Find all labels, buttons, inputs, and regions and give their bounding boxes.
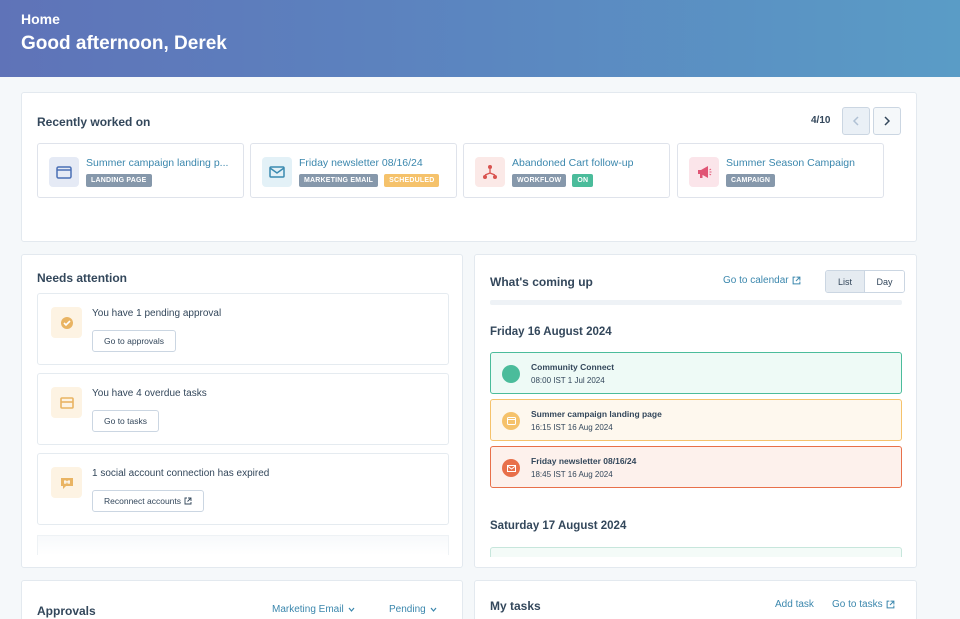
attention-text: You have 1 pending approval <box>92 308 222 319</box>
type-badge: WORKFLOW <box>512 174 567 187</box>
type-badge: CAMPAIGN <box>726 174 776 187</box>
event-item[interactable]: Summer campaign landing page 16:15 IST 1… <box>490 399 902 441</box>
tasks-title: My tasks <box>490 599 541 613</box>
recent-item-workflow[interactable]: Abandoned Cart follow-up WORKFLOW ON <box>463 143 670 198</box>
dropdown-label: Marketing Email <box>272 604 344 615</box>
chevron-left-icon <box>852 116 859 126</box>
chevron-down-icon <box>430 607 437 612</box>
needs-attention-card: Needs attention You have 1 pending appro… <box>21 254 463 568</box>
link-label: Go to tasks <box>832 599 883 610</box>
my-tasks-card: My tasks Add task Go to tasks <box>474 580 917 619</box>
chevron-down-icon <box>348 607 355 612</box>
add-task-link[interactable]: Add task <box>775 599 814 610</box>
attention-item-approvals: You have 1 pending approval Go to approv… <box>37 293 449 365</box>
type-badge: MARKETING EMAIL <box>299 174 379 187</box>
attention-title: Needs attention <box>37 271 128 285</box>
day-heading: Friday 16 August 2024 <box>490 326 612 338</box>
check-badge-icon <box>51 307 82 338</box>
megaphone-icon <box>689 157 719 187</box>
next-button[interactable] <box>873 107 901 135</box>
approvals-card: Approvals Marketing Email Pending <box>21 580 463 619</box>
external-link-icon <box>184 497 192 505</box>
event-title: Community Connect <box>531 362 615 372</box>
attention-text: You have 4 overdue tasks <box>92 388 207 399</box>
go-to-tasks-button[interactable]: Go to tasks <box>92 410 159 432</box>
event-item[interactable] <box>490 547 902 557</box>
recent-item-title[interactable]: Abandoned Cart follow-up <box>512 157 662 169</box>
pager-count: 4/10 <box>811 115 831 126</box>
workflow-icon <box>475 157 505 187</box>
type-filter-dropdown[interactable]: Marketing Email <box>272 604 355 615</box>
event-item[interactable]: Friday newsletter 08/16/24 18:45 IST 16 … <box>490 446 902 488</box>
recent-item-landing-page[interactable]: Summer campaign landing p... LANDING PAG… <box>37 143 244 198</box>
approvals-title: Approvals <box>37 604 96 618</box>
page-header: Home Good afternoon, Derek <box>0 0 960 77</box>
status-badge: ON <box>572 174 594 187</box>
type-badge: LANDING PAGE <box>86 174 152 187</box>
whats-coming-up-card: What's coming up Go to calendar List Day… <box>474 254 917 568</box>
event-title: Friday newsletter 08/16/24 <box>531 456 637 466</box>
button-label: Go to tasks <box>104 416 147 426</box>
dropdown-label: Pending <box>389 604 426 615</box>
chevron-right-icon <box>884 116 891 126</box>
event-title: Summer campaign landing page <box>531 409 662 419</box>
external-link-icon <box>886 600 894 609</box>
event-item[interactable]: Community Connect 08:00 IST 1 Jul 2024 <box>490 352 902 394</box>
email-icon <box>502 459 520 477</box>
breadcrumb[interactable]: Home <box>21 11 60 27</box>
social-icon <box>51 467 82 498</box>
view-toggle: List Day <box>825 270 905 293</box>
day-view-button[interactable]: Day <box>865 271 904 292</box>
external-link-icon <box>792 276 800 285</box>
recent-item-newsletter[interactable]: Friday newsletter 08/16/24 MARKETING EMA… <box>250 143 457 198</box>
reconnect-accounts-button[interactable]: Reconnect accounts <box>92 490 205 512</box>
status-badge: SCHEDULED <box>384 174 440 187</box>
coming-title: What's coming up <box>490 275 593 289</box>
landing-page-icon <box>502 412 520 430</box>
divider <box>490 300 902 305</box>
page-title: Good afternoon, Derek <box>21 33 227 54</box>
link-label: Go to calendar <box>723 275 789 286</box>
day-heading: Saturday 17 August 2024 <box>490 520 627 532</box>
previous-button[interactable] <box>842 107 870 135</box>
attention-item-tasks: You have 4 overdue tasks Go to tasks <box>37 373 449 445</box>
button-label: Reconnect accounts <box>104 496 182 506</box>
list-view-button[interactable]: List <box>826 271 865 292</box>
list-item-faded <box>37 535 449 555</box>
status-filter-dropdown[interactable]: Pending <box>389 604 437 615</box>
recent-item-title[interactable]: Summer Season Campaign <box>726 157 876 169</box>
recent-item-title[interactable]: Friday newsletter 08/16/24 <box>299 157 449 169</box>
event-icon <box>502 365 520 383</box>
attention-text: 1 social account connection has expired <box>92 468 270 479</box>
button-label: Go to approvals <box>104 336 165 346</box>
recently-worked-on-card: Recently worked on 4/10 Summer campaign … <box>21 92 917 242</box>
go-to-calendar-link[interactable]: Go to calendar <box>723 275 801 286</box>
go-to-tasks-link[interactable]: Go to tasks <box>832 599 895 610</box>
landing-page-icon <box>49 157 79 187</box>
email-icon <box>262 157 292 187</box>
recent-item-title[interactable]: Summer campaign landing p... <box>86 157 236 169</box>
task-icon <box>51 387 82 418</box>
recent-title: Recently worked on <box>37 115 151 129</box>
go-to-approvals-button[interactable]: Go to approvals <box>92 330 177 352</box>
event-time: 18:45 IST 16 Aug 2024 <box>531 470 613 479</box>
recent-item-campaign[interactable]: Summer Season Campaign CAMPAIGN <box>677 143 884 198</box>
event-time: 08:00 IST 1 Jul 2024 <box>531 376 605 385</box>
attention-item-social: 1 social account connection has expired … <box>37 453 449 525</box>
event-time: 16:15 IST 16 Aug 2024 <box>531 423 613 432</box>
